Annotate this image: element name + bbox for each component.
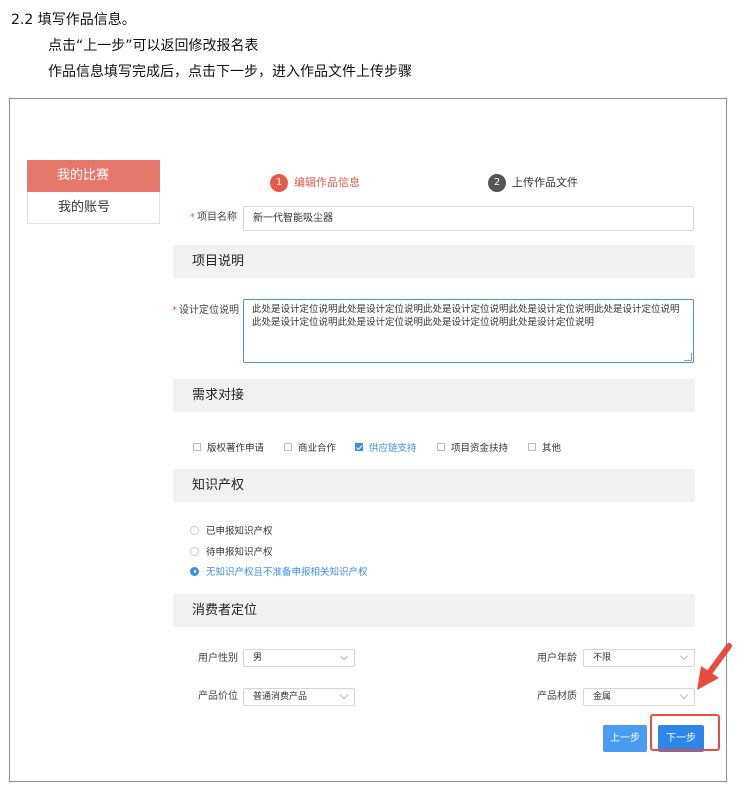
step-label-1: 编辑作品信息 xyxy=(294,176,360,189)
step-number-1: 1 xyxy=(270,174,288,192)
age-label: 用户年龄 xyxy=(537,653,577,664)
step-edit-info: 1 编辑作品信息 xyxy=(270,174,360,192)
step-upload-files: 2 上传作品文件 xyxy=(488,174,578,192)
sidebar-item-my-contest[interactable]: 我的比赛 xyxy=(27,160,160,192)
design-text: 此处是设计定位说明此处是设计定位说明此处是设计定位说明此处是设计定位说明此处是设… xyxy=(252,304,680,328)
step-number-2: 2 xyxy=(488,174,506,192)
demand-option-supply-chain[interactable]: 供应链支持 xyxy=(355,440,417,454)
chevron-down-icon xyxy=(339,690,349,700)
screenshot-frame: 我的比赛 我的账号 1 编辑作品信息 2 上传作品文件 * 项目名称 新一代智能吸… xyxy=(9,98,727,782)
sidebar-item-my-account[interactable]: 我的账号 xyxy=(27,192,160,224)
design-label: * 设计定位说明 xyxy=(172,305,239,316)
checkbox-icon[interactable] xyxy=(528,443,536,451)
checkbox-icon[interactable] xyxy=(284,443,292,451)
gender-label: 用户性别 xyxy=(198,653,238,664)
step-label-2: 上传作品文件 xyxy=(512,176,578,189)
material-select[interactable]: 金属 xyxy=(583,688,695,706)
doc-instruction-prev: 点击“上一步”可以返回修改报名表 xyxy=(48,38,259,54)
chevron-down-icon xyxy=(679,651,689,661)
project-name-label: * 项目名称 xyxy=(190,212,237,223)
highlight-box xyxy=(650,714,720,751)
ip-option-none[interactable]: 无知识产权且不准备申报相关知识产权 xyxy=(190,564,368,578)
radio-selected-icon[interactable] xyxy=(190,566,199,576)
section-ip: 知识产权 xyxy=(173,469,695,502)
ip-option-pending[interactable]: 待申报知识产权 xyxy=(190,544,273,558)
gender-select[interactable]: 男 xyxy=(243,649,355,667)
design-textarea[interactable]: 此处是设计定位说明此处是设计定位说明此处是设计定位说明此处是设计定位说明此处是设… xyxy=(243,299,694,363)
section-project-description: 项目说明 xyxy=(173,245,695,278)
material-label: 产品材质 xyxy=(537,691,577,702)
price-select[interactable]: 普通消费产品 xyxy=(243,688,355,706)
prev-step-button[interactable]: 上一步 xyxy=(603,725,647,752)
checkbox-checked-icon[interactable] xyxy=(355,443,363,451)
doc-instruction-next: 作品信息填写完成后，点击下一步，进入作品文件上传步骤 xyxy=(48,64,412,80)
section-demand: 需求对接 xyxy=(173,379,695,412)
radio-icon[interactable] xyxy=(190,546,199,556)
ip-option-applied[interactable]: 已申报知识产权 xyxy=(190,523,273,537)
section-consumer: 消费者定位 xyxy=(173,594,695,627)
demand-option-funding[interactable]: 项目资金扶持 xyxy=(437,440,508,454)
checkbox-icon[interactable] xyxy=(193,443,201,451)
demand-option-copyright[interactable]: 版权著作申请 xyxy=(193,440,264,454)
price-label: 产品价位 xyxy=(198,691,238,702)
chevron-down-icon xyxy=(679,690,689,700)
demand-option-other[interactable]: 其他 xyxy=(528,440,561,454)
radio-icon[interactable] xyxy=(190,525,199,535)
chevron-down-icon xyxy=(339,651,349,661)
doc-heading: 2.2 填写作品信息。 xyxy=(11,12,136,28)
demand-option-business[interactable]: 商业合作 xyxy=(284,440,336,454)
checkbox-icon[interactable] xyxy=(437,443,445,451)
age-select[interactable]: 不限 xyxy=(583,649,695,667)
pointer-arrow-icon xyxy=(697,643,732,690)
project-name-input[interactable]: 新一代智能吸尘器 xyxy=(243,206,694,231)
resize-handle-icon[interactable] xyxy=(684,353,692,361)
